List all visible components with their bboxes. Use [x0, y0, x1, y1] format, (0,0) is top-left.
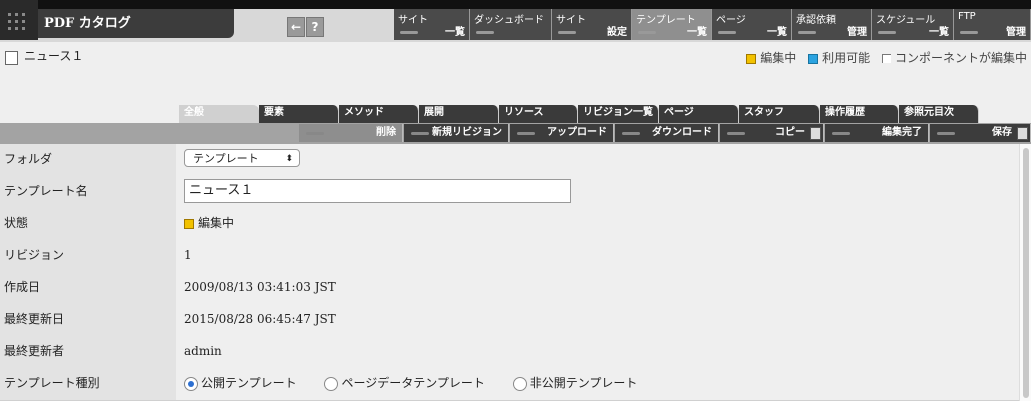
- tab-general[interactable]: 全般: [179, 105, 259, 123]
- updated-label: 最終更新日: [0, 304, 176, 336]
- public-template-radio[interactable]: 公開テンプレート: [184, 376, 297, 391]
- nav-site-list[interactable]: サイト 一覧: [394, 9, 470, 40]
- editing-status-icon: [184, 218, 194, 229]
- delete-button[interactable]: 削除: [299, 124, 403, 142]
- state-value: 編集中: [184, 208, 234, 238]
- revision-value: 1: [184, 248, 192, 262]
- nav-page-list[interactable]: ページ 一覧: [712, 9, 792, 40]
- vertical-scrollbar[interactable]: [1019, 144, 1031, 401]
- page-data-template-radio[interactable]: ページデータテンプレート: [324, 376, 485, 391]
- updated-row: 最終更新日 2015/08/28 06:45:47 JST: [0, 304, 1019, 337]
- folder-row: フォルダ テンプレート ⬍: [0, 144, 1019, 177]
- name-label: テンプレート名: [0, 176, 176, 208]
- tab-deploy[interactable]: 展開: [419, 105, 499, 123]
- help-icon[interactable]: ?: [306, 17, 324, 37]
- tab-history[interactable]: 操作履歴: [820, 105, 899, 123]
- radio-selected-icon: [184, 376, 198, 391]
- app-title: PDF カタログ: [38, 9, 234, 38]
- template-type-row: テンプレート種別 公開テンプレート ページデータテンプレート 非公開テンプレート: [0, 368, 1019, 401]
- document-icon: [810, 127, 821, 140]
- name-row: テンプレート名 ニュース１: [0, 176, 1019, 209]
- folder-label: フォルダ: [0, 144, 176, 176]
- page-title: ニュース１: [24, 49, 84, 63]
- tab-resources[interactable]: リソース: [499, 105, 578, 123]
- nav-template-list[interactable]: テンプレート 一覧: [632, 9, 712, 40]
- toolbar-icons: ←?: [287, 17, 325, 37]
- download-button[interactable]: ダウンロード: [615, 124, 719, 142]
- tab-revisions[interactable]: リビジョン一覧: [578, 105, 659, 123]
- status-legend: 編集中 利用可能 コンポーネントが編集中: [738, 49, 1027, 66]
- updated-value: 2015/08/28 06:45:47 JST: [184, 312, 336, 326]
- new-revision-button[interactable]: 新規リビジョン: [404, 124, 509, 142]
- component-editing-status-icon: [881, 54, 891, 63]
- radio-icon: [324, 376, 339, 391]
- nav-dashboard[interactable]: ダッシュボード: [470, 9, 552, 40]
- nav-site-settings[interactable]: サイト 設定: [552, 9, 632, 40]
- scrollbar-thumb[interactable]: [1023, 148, 1029, 398]
- copy-button[interactable]: コピー: [720, 124, 824, 142]
- save-icon: [1017, 127, 1028, 140]
- back-icon[interactable]: ←: [287, 17, 305, 37]
- radio-icon: [512, 376, 527, 391]
- template-type-label: テンプレート種別: [0, 368, 176, 400]
- updater-row: 最終更新者 admin: [0, 336, 1019, 369]
- dropdown-arrow-icon: ⬍: [285, 154, 293, 164]
- upload-button[interactable]: アップロード: [510, 124, 614, 142]
- nav-schedule[interactable]: スケジュール 一覧: [872, 9, 954, 40]
- page-icon: [5, 51, 18, 65]
- template-name-input[interactable]: ニュース１: [184, 179, 571, 203]
- nav-approval[interactable]: 承認依頼 管理: [792, 9, 872, 40]
- template-type-options: 公開テンプレート ページデータテンプレート 非公開テンプレート: [184, 368, 637, 398]
- created-label: 作成日: [0, 272, 176, 304]
- private-template-radio[interactable]: 非公開テンプレート: [512, 376, 637, 391]
- tab-elements[interactable]: 要素: [259, 105, 339, 123]
- editing-status-icon: [746, 53, 757, 64]
- tab-references[interactable]: 参照元目次: [899, 105, 979, 123]
- save-button[interactable]: 保存: [930, 124, 1031, 142]
- revision-row: リビジョン 1: [0, 240, 1019, 273]
- finish-editing-button[interactable]: 編集完了: [825, 124, 929, 142]
- logo-grid-icon[interactable]: [0, 0, 38, 40]
- created-row: 作成日 2009/08/13 03:41:03 JST: [0, 272, 1019, 305]
- tab-pages[interactable]: ページ: [659, 105, 739, 123]
- top-edge: [0, 0, 1031, 9]
- state-row: 状態 編集中: [0, 208, 1019, 241]
- revision-label: リビジョン: [0, 240, 176, 272]
- nav-ftp[interactable]: FTP 管理: [954, 9, 1031, 40]
- updater-value: admin: [184, 344, 222, 358]
- created-value: 2009/08/13 03:41:03 JST: [184, 280, 336, 294]
- folder-select[interactable]: テンプレート ⬍: [184, 149, 300, 167]
- available-status-icon: [808, 53, 819, 64]
- tab-staff[interactable]: スタッフ: [739, 105, 820, 123]
- state-label: 状態: [0, 208, 176, 240]
- updater-label: 最終更新者: [0, 336, 176, 368]
- tab-methods[interactable]: メソッド: [339, 105, 419, 123]
